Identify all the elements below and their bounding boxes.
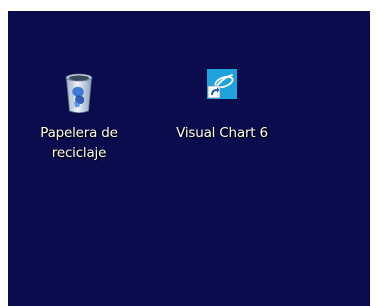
screen: Papelera de reciclaje Visual Chart 6 — [0, 0, 378, 306]
recycle-bin-label-line2: reciclaje — [51, 145, 107, 161]
desktop-icon-recycle-bin[interactable]: Papelera de reciclaje — [14, 69, 144, 163]
visual-chart-label: Visual Chart 6 — [176, 123, 268, 143]
desktop[interactable]: Papelera de reciclaje Visual Chart 6 — [8, 11, 370, 306]
recycle-bin-icon — [55, 69, 103, 117]
visual-chart-app-icon — [198, 69, 246, 117]
desktop-icon-visual-chart[interactable]: Visual Chart 6 — [152, 69, 292, 143]
visual-chart-label-line1: Visual Chart 6 — [176, 125, 268, 141]
recycle-bin-label-line1: Papelera de — [40, 125, 118, 141]
recycle-bin-label: Papelera de reciclaje — [40, 123, 118, 163]
